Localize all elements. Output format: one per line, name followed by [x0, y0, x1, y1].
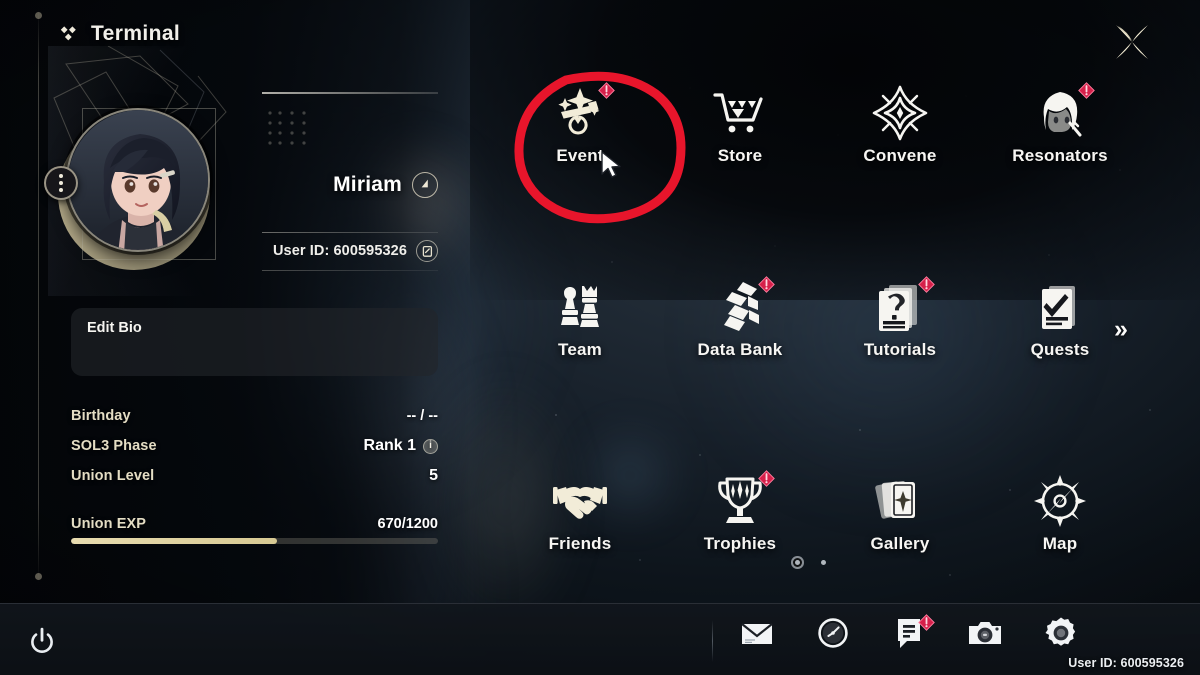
menu-item-label: Gallery [870, 534, 930, 553]
taskbar-camera-button[interactable] [968, 618, 1002, 652]
player-name-row: Miriam [200, 172, 438, 198]
menu-item-label: Friends [548, 534, 612, 553]
mail-icon [740, 619, 774, 652]
notification-badge [918, 614, 935, 631]
friends-handshake-icon [550, 468, 610, 534]
taskbar-user-id: User ID: 600595326 [1068, 656, 1184, 670]
stat-key: Union Level [71, 468, 155, 484]
left-rail [38, 8, 39, 583]
page-title: Terminal [91, 22, 181, 45]
menu-item-resonators[interactable]: Resonators [980, 80, 1140, 192]
menu-item-label: Trophies [703, 534, 777, 553]
stat-key: SOL3 Phase [71, 438, 157, 454]
menu-item-label: Quests [1030, 340, 1090, 359]
menu-item-team[interactable]: Team [500, 274, 660, 386]
notification-badge [1078, 82, 1095, 99]
union-exp-value: 670/1200 [377, 516, 438, 532]
notification-badge [758, 470, 775, 487]
terminal-menu-grid: Event Store Convene Resonators Team Data… [500, 80, 1140, 580]
uid-divider-top [262, 232, 438, 233]
notification-badge [918, 276, 935, 293]
taskbar-mail-button[interactable] [740, 618, 774, 652]
power-button[interactable] [22, 621, 62, 661]
convene-star-icon [871, 80, 929, 146]
power-icon [31, 627, 53, 653]
gallery-cards-icon [872, 468, 928, 534]
next-page-button[interactable]: » [1104, 312, 1138, 346]
user-id-label: User ID: 600595326 [272, 243, 407, 259]
edit-bio-label: Edit Bio [87, 320, 142, 336]
notification-badge [758, 276, 775, 293]
menu-item-gallery[interactable]: Gallery [820, 468, 980, 580]
taskbar-clock-button[interactable] [816, 617, 850, 654]
menu-item-label: Map [1042, 534, 1078, 553]
decorative-dot-matrix [268, 111, 306, 145]
terminal-title-group: Terminal [58, 22, 180, 46]
stat-row-union-level: Union Level 5 [71, 464, 438, 488]
taskbar-settings-gear-button[interactable] [1044, 616, 1078, 655]
menu-item-map[interactable]: Map [980, 468, 1140, 580]
close-button[interactable] [1106, 16, 1158, 68]
info-icon[interactable]: i [423, 438, 438, 454]
quests-check-icon [1033, 274, 1087, 340]
taskbar: User ID: 600595326 [0, 603, 1200, 675]
edit-bio-button[interactable]: Edit Bio [71, 308, 438, 376]
taskbar-feedback-button[interactable] [892, 614, 935, 652]
more-options-icon[interactable] [44, 166, 78, 200]
stat-value: 5 [429, 467, 438, 484]
avatar[interactable] [66, 108, 210, 252]
union-exp-label: Union EXP [71, 516, 147, 532]
chevron-double-right-icon: » [1114, 314, 1128, 343]
map-compass-icon [1032, 468, 1088, 534]
stat-row-sol3-phase: SOL3 Phase Rank 1 i [71, 434, 438, 458]
stat-value: Rank 1 [363, 437, 416, 454]
menu-item-label: Data Bank [697, 340, 783, 359]
menu-item-label: Tutorials [863, 340, 937, 359]
menu-item-data-bank[interactable]: Data Bank [660, 274, 820, 386]
player-avatar-portrait [68, 110, 208, 250]
menu-item-label: Store [717, 146, 763, 165]
clock-icon [817, 617, 849, 654]
menu-item-label: Event [556, 146, 604, 165]
taskbar-icons [740, 614, 1078, 655]
stats-list: Birthday -- / -- SOL3 Phase Rank 1 i Uni… [71, 404, 438, 542]
page-indicator [795, 560, 826, 565]
stat-value: -- / -- [406, 408, 438, 424]
name-divider [262, 92, 438, 94]
menu-item-convene[interactable]: Convene [820, 80, 980, 192]
menu-item-event[interactable]: Event [500, 80, 660, 192]
page-dot-1[interactable] [795, 560, 800, 565]
store-cart-icon [711, 80, 769, 146]
menu-item-friends[interactable]: Friends [500, 468, 660, 580]
close-x-icon [1116, 25, 1148, 59]
menu-item-label: Team [558, 340, 602, 359]
stat-row-birthday: Birthday -- / -- [71, 404, 438, 428]
team-chess-icon [553, 274, 607, 340]
notification-badge [598, 82, 615, 99]
uid-divider-bottom [262, 270, 438, 271]
stat-value-group: Rank 1 i [364, 437, 438, 455]
stat-row-union-exp: Union EXP 670/1200 [71, 512, 438, 536]
union-exp-progress-bar [71, 538, 438, 544]
taskbar-divider [712, 620, 713, 662]
left-rail-node [35, 12, 42, 19]
left-rail-node [35, 573, 42, 580]
settings-gear-icon [1044, 616, 1078, 655]
user-id-row: User ID: 600595326 [200, 240, 438, 262]
terminal-diamond-icon [60, 26, 76, 41]
mouse-cursor [598, 150, 624, 185]
menu-item-label: Convene [863, 146, 937, 165]
union-exp-progress-fill [71, 538, 277, 544]
level-badge-icon[interactable] [412, 172, 438, 198]
page-dot-2[interactable] [821, 560, 826, 565]
copy-icon[interactable] [416, 240, 438, 262]
menu-item-store[interactable]: Store [660, 80, 820, 192]
menu-item-label: Resonators [1012, 146, 1108, 165]
camera-icon [967, 619, 1003, 652]
stat-key: Birthday [71, 408, 131, 424]
player-name: Miriam [333, 173, 402, 196]
menu-item-tutorials[interactable]: Tutorials [820, 274, 980, 386]
